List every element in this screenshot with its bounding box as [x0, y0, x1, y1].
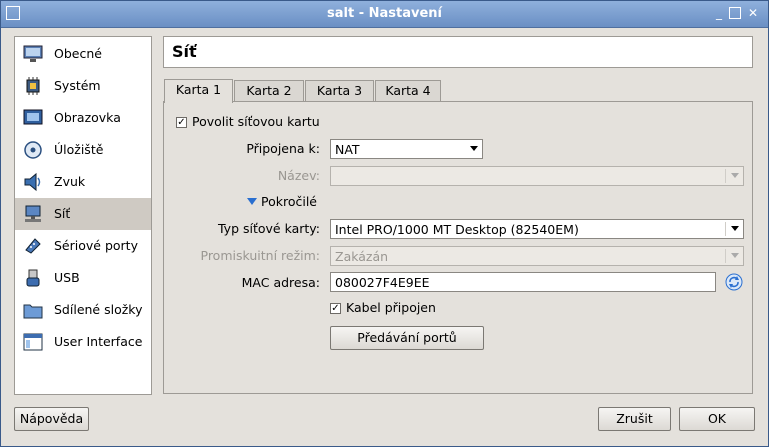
serial-port-icon [22, 235, 44, 257]
page-header: Síť [163, 36, 753, 68]
display-icon [22, 107, 44, 129]
adapter-panel: ✓ Povolit síťovou kartu Připojena k: NAT… [163, 101, 753, 394]
minimize-button[interactable]: _ [712, 6, 726, 20]
window-icon [22, 331, 44, 353]
network-icon [22, 203, 44, 225]
enable-adapter-checkbox[interactable]: ✓ [176, 117, 187, 128]
advanced-toggle[interactable]: Pokročilé [261, 194, 317, 209]
chevron-down-icon [731, 173, 739, 178]
adapter-type-label: Typ síťové karty: [217, 221, 320, 236]
sidebar-item-shared-folders[interactable]: Sdílené složky [15, 294, 151, 326]
chevron-down-icon [470, 146, 478, 151]
sidebar-item-label: Obrazovka [54, 110, 121, 125]
sidebar-item-label: Zvuk [54, 174, 86, 189]
sidebar-item-label: Sdílené složky [54, 302, 143, 317]
sidebar-item-network[interactable]: Síť [15, 198, 151, 230]
cancel-button[interactable]: Zrušit [598, 407, 671, 431]
help-button[interactable]: Nápověda [14, 407, 89, 431]
tab-adapter-4[interactable]: Karta 4 [375, 80, 441, 102]
sidebar-item-general[interactable]: Obecné [15, 38, 151, 70]
sidebar-item-usb[interactable]: USB [15, 262, 151, 294]
sidebar-item-label: Systém [54, 78, 101, 93]
folder-icon [22, 299, 44, 321]
chevron-down-icon [731, 226, 739, 231]
chip-icon [22, 75, 44, 97]
promiscuous-mode-label: Promiskuitní režim: [200, 248, 321, 263]
title-bar[interactable]: salt - Nastavení _ ✕ [1, 1, 768, 28]
close-button[interactable]: ✕ [746, 6, 760, 20]
attached-to-select[interactable]: NAT [330, 139, 483, 159]
window-title: salt - Nastavení [326, 6, 442, 21]
promiscuous-mode-select[interactable]: Zakázán [330, 246, 744, 266]
attached-to-label: Připojena k: [246, 141, 320, 156]
mac-address-input[interactable]: 080027F4E9EE [330, 272, 716, 292]
port-forwarding-button[interactable]: Předávání portů [330, 326, 484, 350]
mac-address-label: MAC adresa: [241, 275, 320, 290]
sidebar-item-label: Síť [54, 206, 71, 221]
ok-button[interactable]: OK [679, 407, 755, 431]
chevron-down-icon [731, 253, 739, 258]
sidebar-item-audio[interactable]: Zvuk [15, 166, 151, 198]
tab-adapter-1[interactable]: Karta 1 [164, 79, 233, 103]
page-title: Síť [172, 42, 197, 61]
enable-adapter-label: Povolit síťovou kartu [192, 114, 320, 129]
adapter-type-select[interactable]: Intel PRO/1000 MT Desktop (82540EM) [330, 219, 744, 239]
name-label: Název: [277, 168, 320, 183]
speaker-icon [22, 171, 44, 193]
sidebar-item-serial-ports[interactable]: Sériové porty [15, 230, 151, 262]
expand-arrow-icon[interactable] [247, 198, 257, 205]
sidebar-item-label: Sériové porty [54, 238, 138, 253]
tab-adapter-2[interactable]: Karta 2 [234, 80, 304, 102]
disk-icon [22, 139, 44, 161]
sidebar-item-label: User Interface [54, 334, 143, 349]
sidebar-item-label: USB [54, 270, 80, 285]
sidebar-item-label: Obecné [54, 46, 102, 61]
settings-sidebar: Obecné Systém Obrazovka Úložiště Zvuk Sí… [14, 36, 152, 395]
sidebar-item-user-interface[interactable]: User Interface [15, 326, 151, 358]
sidebar-item-system[interactable]: Systém [15, 70, 151, 102]
settings-window: salt - Nastavení _ ✕ Obecné Systém Obraz… [0, 0, 769, 447]
cable-connected-label: Kabel připojen [346, 300, 436, 315]
sidebar-item-label: Úložiště [54, 142, 104, 157]
usb-icon [22, 267, 44, 289]
name-select[interactable] [330, 166, 744, 186]
sidebar-item-storage[interactable]: Úložiště [15, 134, 151, 166]
refresh-mac-icon[interactable] [725, 273, 743, 291]
sidebar-item-display[interactable]: Obrazovka [15, 102, 151, 134]
cable-connected-checkbox[interactable]: ✓ [330, 303, 341, 314]
monitor-icon [22, 43, 44, 65]
tab-adapter-3[interactable]: Karta 3 [305, 80, 374, 102]
maximize-button[interactable] [729, 7, 741, 19]
